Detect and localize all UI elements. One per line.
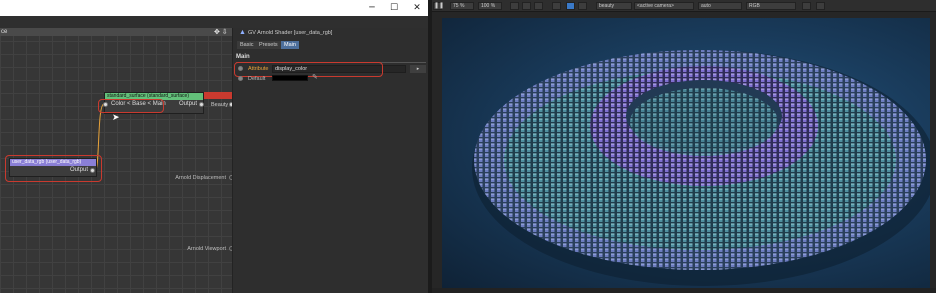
- cursor-icon: ➤: [112, 112, 120, 122]
- beauty-port-label: Beauty: [211, 102, 229, 108]
- camera-icon[interactable]: [816, 2, 825, 10]
- aov-select[interactable]: beauty: [596, 2, 632, 10]
- text-icon[interactable]: [578, 2, 587, 10]
- attribute-highlight: [234, 62, 383, 77]
- zoom-percent-field[interactable]: 100 %: [478, 2, 502, 10]
- pin-icon[interactable]: [566, 2, 575, 10]
- default-keyframe-icon[interactable]: [238, 76, 243, 81]
- display-icon[interactable]: [510, 2, 519, 10]
- viewer-toolbar: ❚❚ 75 % 100 % beauty <active camera> aut…: [432, 0, 936, 12]
- output-label: Output: [179, 101, 198, 107]
- arnold-logo-icon: ▲: [239, 29, 246, 36]
- input-highlight: [98, 99, 164, 113]
- camera-select[interactable]: <active camera>: [634, 2, 694, 10]
- color-space-select[interactable]: RGB: [746, 2, 796, 10]
- info-icon[interactable]: [552, 2, 561, 10]
- node-header-accent: [204, 92, 232, 99]
- tab-main[interactable]: Main: [281, 41, 299, 49]
- status-bar: [432, 288, 936, 293]
- default-label: Default: [248, 76, 266, 82]
- save-icon[interactable]: [802, 2, 811, 10]
- arnold-displacement-label: Arnold Displacement: [175, 175, 226, 181]
- globe-icon[interactable]: [522, 2, 531, 10]
- zoom-field[interactable]: 75 %: [450, 2, 474, 10]
- minimize-button[interactable]: ─: [360, 0, 384, 16]
- section-title: Main: [236, 54, 250, 60]
- screen: ─ ☐ ✕ ce ✥ ⇩ standard_surface (standard_…: [0, 0, 936, 293]
- mode-select[interactable]: auto: [698, 2, 742, 10]
- output-port[interactable]: [199, 102, 204, 107]
- pipette-icon[interactable]: ✎: [312, 73, 318, 81]
- close-button[interactable]: ✕: [405, 0, 429, 16]
- maximize-button[interactable]: ☐: [382, 0, 406, 16]
- pause-icon[interactable]: ❚❚: [433, 2, 444, 10]
- node-highlight: [5, 155, 102, 182]
- tab-presets[interactable]: Presets: [256, 41, 281, 49]
- grid-icon[interactable]: [534, 2, 543, 10]
- arnold-viewport-label: Arnold Viewport: [187, 246, 226, 252]
- default-color-swatch[interactable]: [272, 75, 308, 81]
- render-image: [442, 18, 930, 288]
- attribute-menu-button[interactable]: ▸: [410, 65, 426, 73]
- shader-title: GV Arnold Shader [user_data_rgb]: [248, 30, 333, 36]
- tab-basic[interactable]: Basic: [237, 41, 257, 49]
